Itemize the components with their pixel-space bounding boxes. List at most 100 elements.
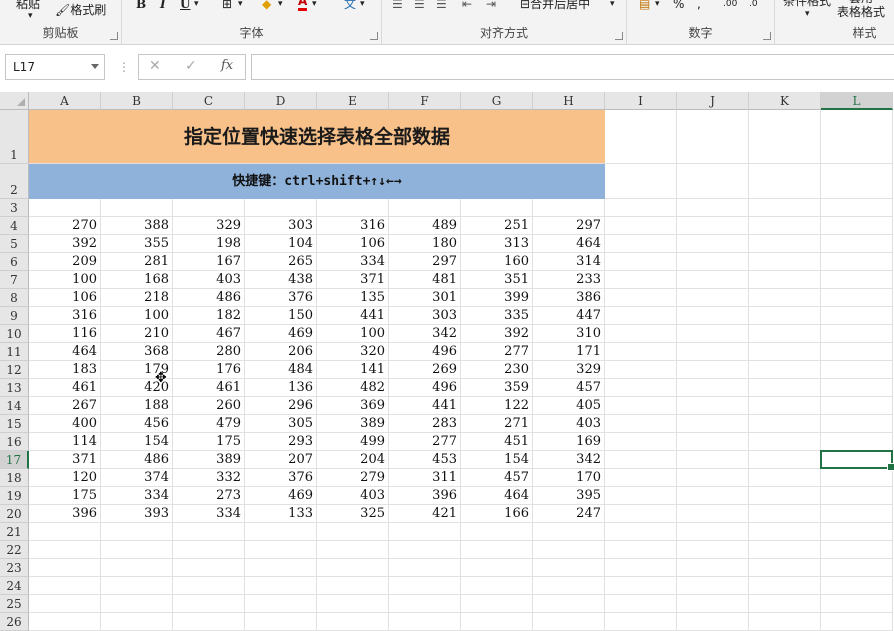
cell-e20[interactable]: 325 <box>317 505 389 523</box>
cell-h14[interactable]: 405 <box>533 397 605 415</box>
row-header-17[interactable]: 17 <box>0 451 29 469</box>
cell-h12[interactable]: 329 <box>533 361 605 379</box>
cell-f18[interactable]: 311 <box>389 469 461 487</box>
phonetic-icon[interactable]: 文 <box>344 0 356 14</box>
formula-input[interactable] <box>251 54 894 80</box>
cell-a16[interactable]: 114 <box>29 433 101 451</box>
row-header-22[interactable]: 22 <box>0 541 29 559</box>
decrease-decimal-icon[interactable]: .0 <box>749 0 758 14</box>
name-box[interactable]: L17 <box>5 54 105 80</box>
cell-f11[interactable]: 496 <box>389 343 461 361</box>
cell-d8[interactable]: 376 <box>245 289 317 307</box>
cell-g11[interactable]: 277 <box>461 343 533 361</box>
cell-b19[interactable]: 334 <box>101 487 173 505</box>
cell-a19[interactable]: 175 <box>29 487 101 505</box>
cell-b16[interactable]: 154 <box>101 433 173 451</box>
row-header-8[interactable]: 8 <box>0 289 29 307</box>
column-header-a[interactable]: A <box>29 92 101 110</box>
italic-button[interactable]: I <box>160 0 166 14</box>
cell-g10[interactable]: 392 <box>461 325 533 343</box>
cell-h15[interactable]: 403 <box>533 415 605 433</box>
sheet-title-cell[interactable]: 指定位置快速选择表格全部数据 <box>29 110 605 164</box>
cell-c18[interactable]: 332 <box>173 469 245 487</box>
cell-b7[interactable]: 168 <box>101 271 173 289</box>
cell-b20[interactable]: 393 <box>101 505 173 523</box>
cell-b14[interactable]: 188 <box>101 397 173 415</box>
cell-a15[interactable]: 400 <box>29 415 101 433</box>
cell-f6[interactable]: 297 <box>389 253 461 271</box>
accounting-dropdown-icon[interactable]: ▾ <box>655 0 660 14</box>
cell-a4[interactable]: 270 <box>29 217 101 235</box>
cell-a12[interactable]: 183 <box>29 361 101 379</box>
bold-button[interactable]: B <box>136 0 146 14</box>
clipboard-launcher-icon[interactable] <box>110 32 118 40</box>
fill-color-dropdown-icon[interactable]: ▾ <box>278 0 283 14</box>
row-header-10[interactable]: 10 <box>0 325 29 343</box>
borders-icon[interactable]: ⊞ <box>222 0 232 14</box>
cell-a5[interactable]: 392 <box>29 235 101 253</box>
cell-h16[interactable]: 169 <box>533 433 605 451</box>
align-right-icon[interactable]: ☰ <box>436 0 447 14</box>
cell-d5[interactable]: 104 <box>245 235 317 253</box>
row-header-2[interactable]: 2 <box>0 164 29 199</box>
cell-h9[interactable]: 447 <box>533 307 605 325</box>
cell-f4[interactable]: 489 <box>389 217 461 235</box>
fill-color-icon[interactable]: ◆ <box>262 0 271 14</box>
cell-d10[interactable]: 469 <box>245 325 317 343</box>
cell-a13[interactable]: 461 <box>29 379 101 397</box>
cell-c20[interactable]: 334 <box>173 505 245 523</box>
cell-g9[interactable]: 335 <box>461 307 533 325</box>
cancel-icon[interactable]: ✕ <box>149 58 161 74</box>
insert-function-button[interactable]: fx <box>221 58 233 73</box>
font-color-dropdown-icon[interactable]: ▾ <box>312 0 317 14</box>
column-header-i[interactable]: I <box>605 92 677 110</box>
cell-d20[interactable]: 133 <box>245 505 317 523</box>
cell-c6[interactable]: 167 <box>173 253 245 271</box>
cell-f12[interactable]: 269 <box>389 361 461 379</box>
cell-d19[interactable]: 469 <box>245 487 317 505</box>
row-header-13[interactable]: 13 <box>0 379 29 397</box>
cell-d17[interactable]: 207 <box>245 451 317 469</box>
row-header-25[interactable]: 25 <box>0 595 29 613</box>
cell-c9[interactable]: 182 <box>173 307 245 325</box>
select-all-corner[interactable] <box>0 92 29 110</box>
row-header-23[interactable]: 23 <box>0 559 29 577</box>
cell-h20[interactable]: 247 <box>533 505 605 523</box>
cell-h7[interactable]: 233 <box>533 271 605 289</box>
row-header-15[interactable]: 15 <box>0 415 29 433</box>
row-header-26[interactable]: 26 <box>0 613 29 631</box>
cell-c13[interactable]: 461 <box>173 379 245 397</box>
row-header-6[interactable]: 6 <box>0 253 29 271</box>
column-header-j[interactable]: J <box>677 92 749 110</box>
row-header-18[interactable]: 18 <box>0 469 29 487</box>
cell-f19[interactable]: 396 <box>389 487 461 505</box>
increase-indent-icon[interactable]: ⇥ <box>486 0 496 14</box>
cell-f13[interactable]: 496 <box>389 379 461 397</box>
cell-d4[interactable]: 303 <box>245 217 317 235</box>
cell-c14[interactable]: 260 <box>173 397 245 415</box>
increase-decimal-icon[interactable]: .00 <box>723 0 737 14</box>
cell-c4[interactable]: 329 <box>173 217 245 235</box>
underline-dropdown-icon[interactable]: ▾ <box>194 0 199 14</box>
alignment-launcher-icon[interactable] <box>615 32 623 40</box>
cell-c8[interactable]: 486 <box>173 289 245 307</box>
cell-g13[interactable]: 359 <box>461 379 533 397</box>
cell-a17[interactable]: 371 <box>29 451 101 469</box>
cell-h18[interactable]: 170 <box>533 469 605 487</box>
row-header-16[interactable]: 16 <box>0 433 29 451</box>
formula-bar-grip-icon[interactable]: ⋮ <box>118 60 130 74</box>
row-header-7[interactable]: 7 <box>0 271 29 289</box>
row-header-19[interactable]: 19 <box>0 487 29 505</box>
cell-b8[interactable]: 218 <box>101 289 173 307</box>
accounting-format-icon[interactable]: ▤ <box>639 0 650 14</box>
underline-button[interactable]: U <box>180 0 190 14</box>
cell-g15[interactable]: 271 <box>461 415 533 433</box>
row-header-24[interactable]: 24 <box>0 577 29 595</box>
cell-b4[interactable]: 388 <box>101 217 173 235</box>
cell-e4[interactable]: 316 <box>317 217 389 235</box>
phonetic-dropdown-icon[interactable]: ▾ <box>360 0 365 14</box>
font-launcher-icon[interactable] <box>370 32 378 40</box>
cell-g19[interactable]: 464 <box>461 487 533 505</box>
cell-e8[interactable]: 135 <box>317 289 389 307</box>
column-header-l[interactable]: L <box>821 92 893 110</box>
